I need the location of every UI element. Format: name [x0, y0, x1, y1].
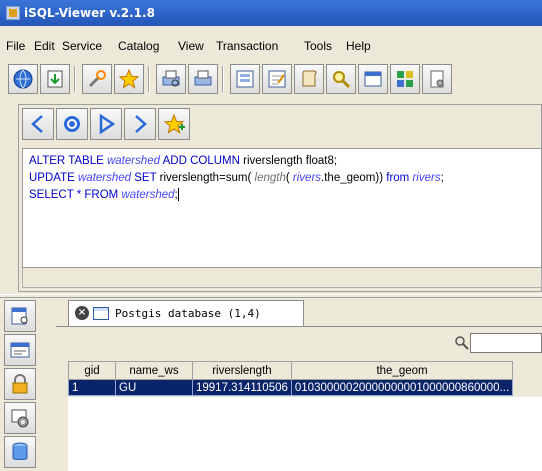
cell-riverslength[interactable]: 19917.314110506 [192, 379, 292, 396]
editor-status-bar [22, 268, 542, 288]
wrench-icon [88, 70, 106, 88]
sidebar-messages-button[interactable] [4, 334, 36, 366]
tab-label: Postgis database (1,4) [115, 307, 261, 320]
results-pane: × Postgis database (1,4) gid name_ws riv… [46, 298, 542, 471]
results-table: gid name_ws riverslength the_geom 1 GU 1… [68, 361, 514, 396]
menu-help[interactable]: Help [346, 39, 371, 53]
print-preview-icon [162, 70, 180, 87]
sidebar-lock-button[interactable] [4, 368, 36, 400]
sidebar-results-button[interactable] [4, 300, 36, 332]
console-icon [10, 342, 30, 358]
star-icon [118, 68, 140, 89]
table-icon [93, 307, 109, 320]
title-bar: iSQL-Viewer v.2.1.8 [0, 0, 542, 26]
document-gear-icon [430, 70, 444, 88]
menu-service[interactable]: Service [62, 39, 102, 53]
toolbar-separator [222, 66, 224, 92]
window-button[interactable] [358, 64, 388, 94]
scroll-icon [302, 70, 317, 87]
column-header-the-geom[interactable]: the_geom [290, 361, 514, 380]
database-icon [12, 442, 28, 460]
chevron-right-icon [135, 115, 147, 133]
import-button[interactable] [40, 64, 70, 94]
table-row[interactable]: 1 GU 19917.314110506 0103000002000000000… [68, 379, 514, 396]
toolbar-separator [74, 66, 76, 92]
menu-transaction[interactable]: Transaction [216, 39, 278, 53]
search-button[interactable] [326, 64, 356, 94]
column-header-name-ws[interactable]: name_ws [115, 361, 193, 380]
gear-icon [11, 409, 29, 428]
close-icon[interactable]: × [75, 306, 89, 320]
lock-icon [12, 374, 28, 394]
menu-catalog[interactable]: Catalog [118, 39, 159, 53]
magnifier-icon [333, 71, 351, 89]
current-button[interactable] [56, 108, 88, 140]
sql-editor[interactable]: ALTER TABLE watershed ADD COLUMN riversl… [22, 148, 542, 268]
chevron-left-icon [31, 115, 43, 133]
results-sidebar [0, 298, 42, 470]
printer-icon [194, 70, 212, 86]
bookmark-button[interactable] [114, 64, 144, 94]
app-icon [6, 6, 20, 20]
add-bookmark-button[interactable] [158, 108, 190, 140]
grid-icon [397, 71, 413, 87]
sidebar-settings-button[interactable] [4, 402, 36, 434]
search-icon [455, 336, 469, 350]
grid-button[interactable] [390, 64, 420, 94]
preferences-button[interactable] [82, 64, 112, 94]
column-header-gid[interactable]: gid [68, 361, 116, 380]
play-icon [99, 113, 116, 135]
sidebar-database-button[interactable] [4, 436, 36, 468]
star-plus-icon [163, 113, 185, 134]
window-icon [364, 71, 382, 87]
notepad-icon [268, 70, 286, 88]
column-header-riverslength[interactable]: riverslength [192, 361, 292, 380]
circle-arrow-icon [64, 116, 80, 132]
sql-line-1: ALTER TABLE watershed ADD COLUMN riversl… [29, 155, 338, 167]
menu-bar: File Edit Service Catalog View Transacti… [0, 36, 542, 56]
cell-gid[interactable]: 1 [68, 379, 116, 396]
grid-background [68, 397, 542, 471]
first-button[interactable] [22, 108, 54, 140]
import-icon [47, 70, 63, 88]
next-button[interactable] [90, 108, 122, 140]
tab-postgis-database[interactable]: × Postgis database (1,4) [68, 300, 304, 326]
cell-the-geom[interactable]: 01030000020000000001000000860000... [290, 379, 514, 396]
toolbar-separator [148, 66, 150, 92]
connect-button[interactable] [8, 64, 38, 94]
main-toolbar [0, 60, 542, 100]
schema-icon [236, 70, 254, 88]
search-input[interactable] [470, 333, 542, 353]
sql-line-3: SELECT * FROM watershed; [29, 188, 179, 202]
disconnect-button[interactable] [422, 64, 452, 94]
cell-name-ws[interactable]: GU [115, 379, 193, 396]
menu-file[interactable]: File [6, 39, 25, 53]
menu-view[interactable]: View [178, 39, 204, 53]
menu-tools[interactable]: Tools [304, 39, 332, 53]
print-preview-button[interactable] [156, 64, 186, 94]
edit-button[interactable] [262, 64, 292, 94]
menu-edit[interactable]: Edit [34, 39, 55, 53]
sql-line-2: UPDATE watershed SET riverslength=sum( l… [29, 172, 444, 184]
table-search-icon [11, 307, 28, 325]
tab-panel: gid name_ws riverslength the_geom 1 GU 1… [56, 326, 542, 471]
print-button[interactable] [188, 64, 218, 94]
script-button[interactable] [294, 64, 324, 94]
window-title: iSQL-Viewer v.2.1.8 [24, 6, 155, 20]
text-caret [177, 188, 179, 202]
last-button[interactable] [124, 108, 156, 140]
schema-button[interactable] [230, 64, 260, 94]
globe-icon [13, 69, 33, 89]
